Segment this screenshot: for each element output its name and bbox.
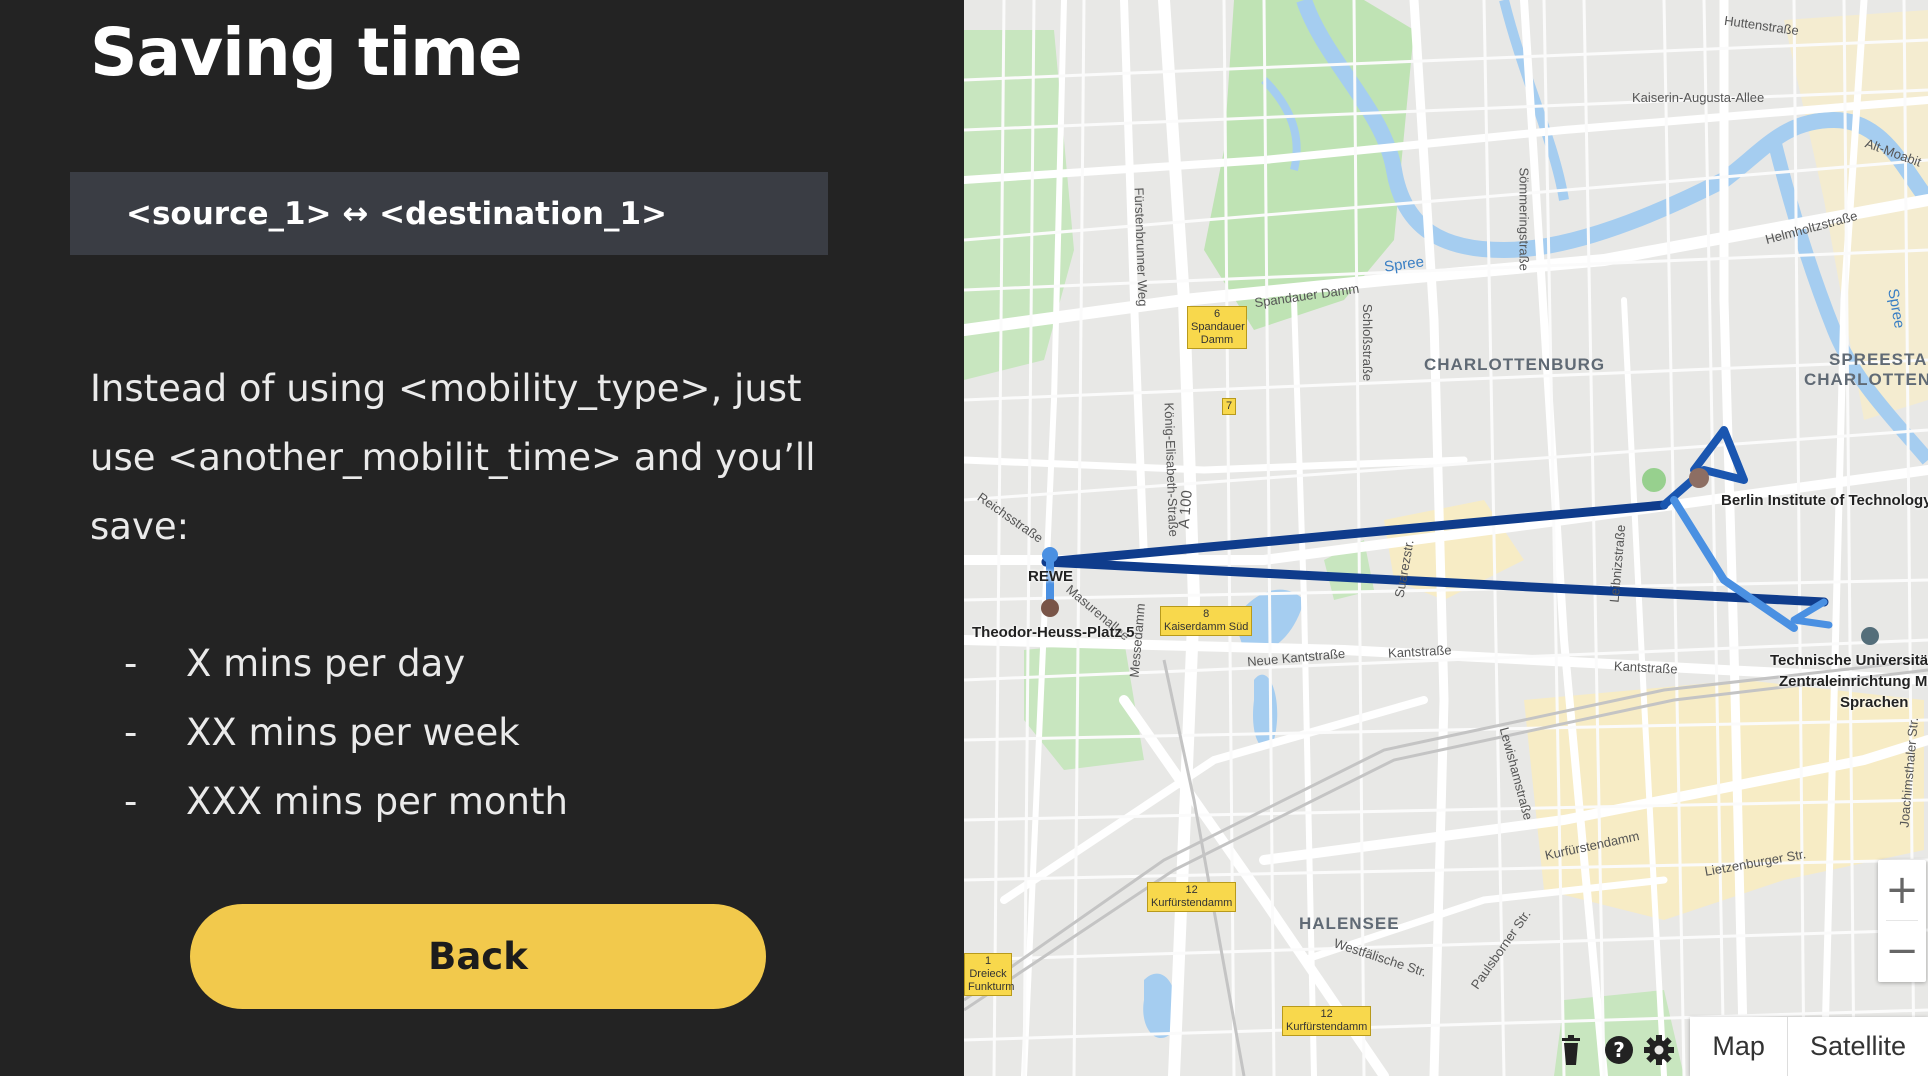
back-button[interactable]: Back (190, 904, 766, 1009)
place-label-theodor-heuss-platz[interactable]: Theodor-Heuss-Platz 5 (972, 624, 1135, 641)
savings-per-week: XX mins per week (186, 711, 520, 754)
map-base (964, 0, 1928, 1076)
street-label: A 100 (1175, 489, 1196, 530)
zoom-control: + − (1878, 860, 1926, 982)
highway-exit-badge: 1 Dreieck Funkturm (964, 953, 1015, 996)
list-dash: - (124, 711, 138, 754)
settings-gear-icon[interactable] (1644, 1035, 1674, 1065)
exit-number: 7 (1226, 400, 1233, 412)
highway-exit-badge: 8 Kaiserdamm Süd (1160, 606, 1253, 636)
district-label: HALENSEE (1299, 914, 1400, 933)
route-text: <source_1> ↔ <destination_1> (126, 195, 668, 232)
help-icon[interactable]: ? (1604, 1035, 1634, 1065)
list-item: - XXX mins per month (124, 767, 824, 836)
left-panel: Saving time <source_1> ↔ <destination_1>… (0, 0, 964, 1076)
savings-per-day: X mins per day (186, 642, 466, 685)
page-title: Saving time (90, 14, 523, 91)
svg-text:?: ? (1613, 1038, 1625, 1062)
exit-number: 12 (1185, 884, 1198, 896)
highway-exit-badge: 12 Kurfürstendamm (1147, 882, 1237, 912)
exit-number: 1 (984, 955, 992, 967)
street-label: Kaiserin-Augusta-Allee (1632, 90, 1765, 105)
highway-exit-badge: 12 Kurfürstendamm (1282, 1006, 1372, 1036)
map-view[interactable]: CHARLOTTENBURG HALENSEE SPREESTADT CHARL… (964, 0, 1928, 1076)
place-label-rewe[interactable]: REWE (1028, 568, 1073, 585)
savings-list: - X mins per day - XX mins per week - XX… (124, 629, 824, 836)
place-label-berlin-institute[interactable]: Berlin Institute of Technology (1721, 492, 1928, 509)
map-type-map-button[interactable]: Map (1690, 1017, 1788, 1076)
exit-name: Kurfürstendamm (1286, 1021, 1368, 1033)
exit-number: 8 (1203, 608, 1210, 620)
district-label: CHARLOTTENBURG (1424, 355, 1606, 374)
exit-number: 6 (1213, 308, 1221, 320)
map-type-control: Map Satellite (1690, 1017, 1928, 1076)
place-label-tu-line2[interactable]: Zentraleinrichtung Mo (1779, 673, 1928, 690)
street-label: Sömmeringstraße (1516, 167, 1532, 271)
savings-description: Instead of using <mobility_type>, just u… (90, 367, 816, 548)
highway-exit-badge: 6 Spandauer Damm (1187, 306, 1247, 349)
list-item: - X mins per day (124, 629, 824, 698)
street-label: Schloßstraße (1360, 303, 1376, 382)
list-dash: - (124, 642, 138, 685)
exit-name: Dreieck Funkturm (968, 968, 1015, 993)
zoom-in-button[interactable]: + (1878, 860, 1926, 920)
exit-name: Kurfürstendamm (1151, 897, 1233, 909)
exit-name: Kaiserdamm Süd (1164, 621, 1249, 633)
exit-number: 12 (1320, 1008, 1333, 1020)
exit-name: Spandauer Damm (1191, 321, 1245, 346)
list-item: - XX mins per week (124, 698, 824, 767)
district-label: SPREESTADT (1829, 350, 1928, 369)
place-label-tu-line3[interactable]: Sprachen (1840, 694, 1908, 711)
place-label-tu-line1[interactable]: Technische Universität (1770, 652, 1928, 669)
trash-icon[interactable] (1560, 1035, 1582, 1065)
map-type-satellite-button[interactable]: Satellite (1788, 1017, 1928, 1076)
savings-per-month: XXX mins per month (186, 780, 568, 823)
zoom-out-button[interactable]: − (1878, 921, 1926, 981)
route-box: <source_1> ↔ <destination_1> (70, 172, 828, 255)
highway-exit-badge: 7 (1222, 398, 1237, 415)
list-dash: - (124, 780, 138, 823)
district-label: CHARLOTTENB (1804, 370, 1928, 389)
